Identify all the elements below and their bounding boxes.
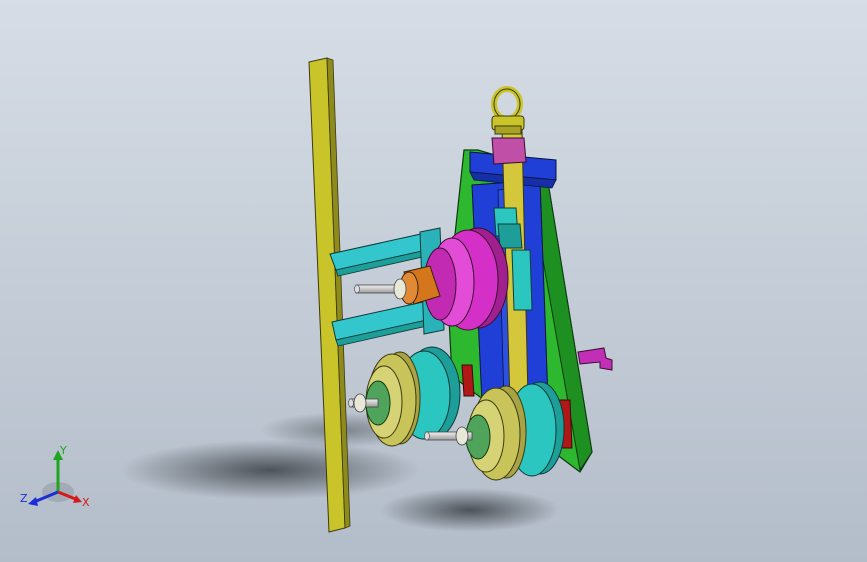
orientation-triad[interactable]: Y X Z	[18, 440, 98, 520]
roller-bender-assembly[interactable]	[0, 0, 867, 562]
eye-bolt-handle[interactable]	[491, 86, 525, 135]
side-pad-upper	[461, 364, 475, 397]
y-axis-label: Y	[59, 444, 67, 457]
screw-nut-block[interactable]	[491, 137, 527, 165]
cad-viewport[interactable]: Y X Z	[0, 0, 867, 562]
x-axis-label: X	[82, 496, 90, 509]
top-shaft[interactable]	[354, 278, 407, 300]
z-axis-label: Z	[20, 492, 28, 505]
side-handle[interactable]	[577, 347, 613, 371]
